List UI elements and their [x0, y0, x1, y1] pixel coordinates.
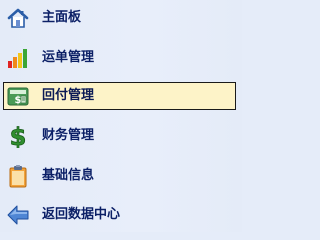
clipboard-icon — [9, 165, 27, 188]
menu-item-label: 基础信息 — [42, 168, 95, 183]
dollar-icon: $ — [9, 124, 27, 148]
sidebar-menu: 主面板 运单管理 $ 回付管理 $ 财务管理 基础信息 返回数据中心 — [0, 0, 242, 232]
menu-item-label: 运单管理 — [42, 50, 95, 65]
menu-item-label: 返回数据中心 — [42, 207, 121, 222]
bar-chart-icon — [8, 49, 27, 68]
home-icon — [7, 8, 29, 28]
menu-item-basic-info[interactable]: 基础信息 — [0, 160, 242, 192]
svg-text:$: $ — [10, 124, 27, 148]
menu-item-waybill[interactable]: 运单管理 — [0, 42, 242, 74]
menu-item-label: 财务管理 — [42, 128, 95, 143]
menu-item-label: 主面板 — [42, 10, 82, 25]
menu-item-back-to-datacenter[interactable]: 返回数据中心 — [0, 199, 242, 231]
menu-item-dashboard[interactable]: 主面板 — [0, 2, 242, 34]
menu-item-label: 回付管理 — [42, 88, 95, 103]
calculator-icon: $ — [7, 87, 29, 106]
selection-highlight — [3, 82, 236, 110]
menu-item-return-payment[interactable]: $ 回付管理 — [0, 80, 242, 112]
menu-item-finance[interactable]: $ 财务管理 — [0, 120, 242, 152]
svg-text:$: $ — [15, 95, 22, 106]
back-arrow-icon — [7, 205, 29, 225]
